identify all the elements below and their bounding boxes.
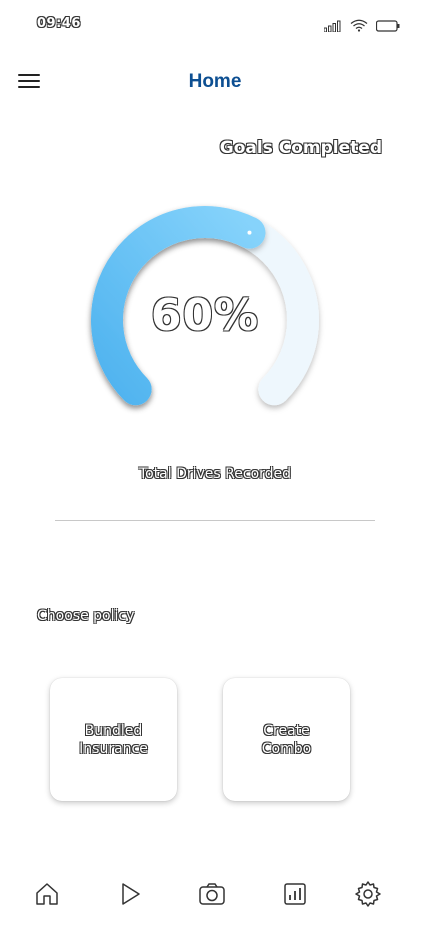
- choose-policy-label: Choose policy: [37, 608, 135, 624]
- create-combo-card[interactable]: Create Combo: [223, 678, 350, 801]
- status-time: 09:46: [37, 16, 81, 31]
- card-label: Create Combo: [261, 722, 312, 757]
- bundled-insurance-card[interactable]: Bundled Insurance: [50, 678, 177, 801]
- battery-icon: [375, 17, 400, 36]
- gauge-caption: Total Drives Recorded: [138, 466, 292, 482]
- settings-icon[interactable]: [348, 874, 388, 914]
- app-bar: Home: [0, 60, 430, 106]
- camera-icon[interactable]: [192, 874, 232, 914]
- status-bar: 09:46: [0, 0, 430, 48]
- gauge-knob: [247, 230, 252, 235]
- status-icons: [323, 17, 400, 36]
- page-title: Home: [188, 71, 242, 92]
- signal-icon: [323, 17, 342, 36]
- goals-heading: Goals Completed: [219, 138, 382, 158]
- chart-icon[interactable]: [275, 874, 315, 914]
- wifi-icon: [350, 17, 368, 36]
- divider: [55, 520, 375, 521]
- gauge-value: 60%: [150, 290, 260, 341]
- goals-progress-gauge: 60%: [80, 195, 330, 445]
- bottom-navigation: [0, 874, 430, 914]
- home-icon[interactable]: [27, 874, 67, 914]
- play-icon[interactable]: [110, 874, 150, 914]
- card-label: Bundled Insurance: [79, 722, 148, 757]
